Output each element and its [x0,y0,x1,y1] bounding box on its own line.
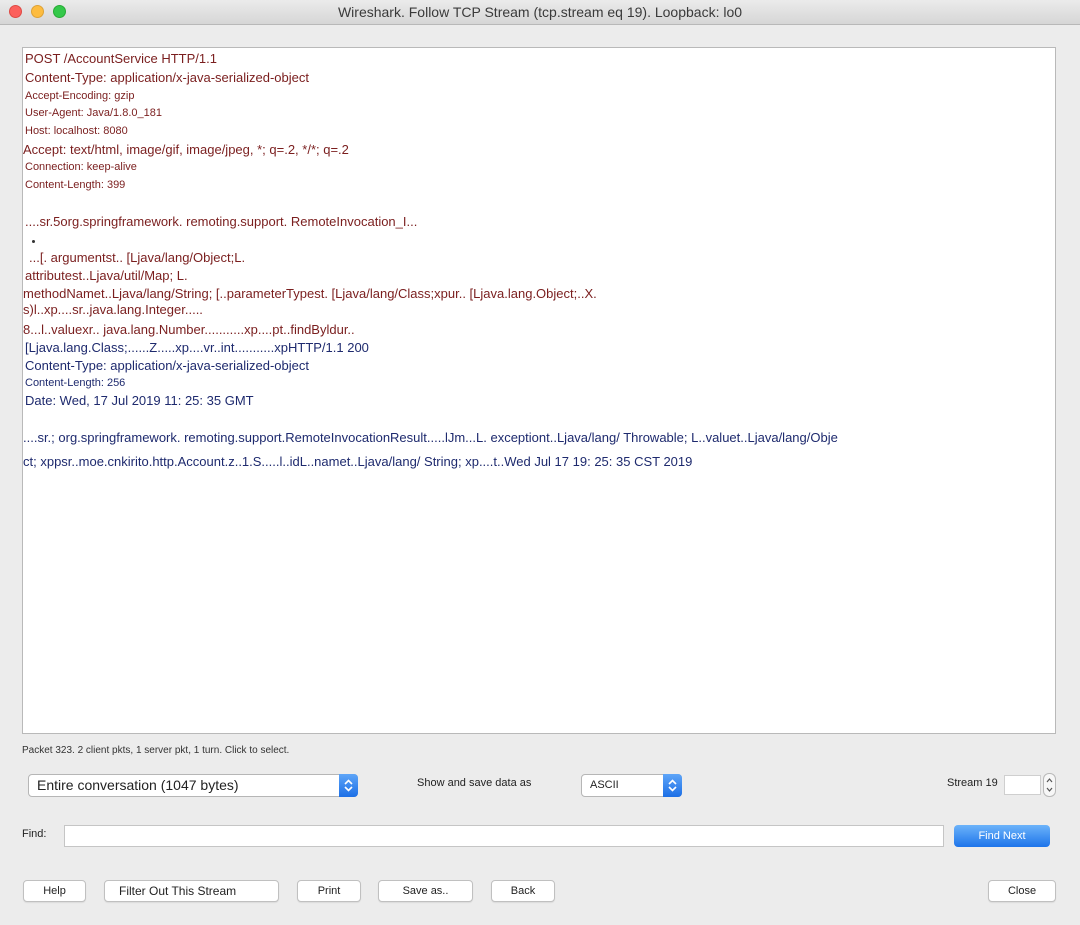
stream-line[interactable]: attributest..Ljava/util/Map; L. [25,268,188,283]
stream-dot [32,240,35,243]
stream-line[interactable]: Accept: text/html, image/gif, image/jpeg… [23,142,349,157]
save-as-button[interactable]: Save as.. [378,880,473,902]
stream-line[interactable]: [Ljava.lang.Class;......Z.....xp....vr..… [25,340,369,355]
stream-line[interactable]: ...[. argumentst.. [Ljava/lang/Object;L. [29,250,245,265]
chevron-updown-icon[interactable] [663,774,682,797]
stream-line[interactable]: Content-Length: 399 [25,179,125,191]
stream-line[interactable]: ct; xppsr..moe.cnkirito.http.Account.z..… [23,454,692,469]
packet-status-text[interactable]: Packet 323. 2 client pkts, 1 server pkt,… [22,745,289,756]
stream-line[interactable]: methodNamet..Ljava/lang/String; [..param… [23,286,597,301]
find-label: Find: [22,828,47,840]
stream-content-pane[interactable]: POST /AccountService HTTP/1.1 Content-Ty… [22,47,1056,734]
find-input[interactable] [64,825,944,847]
stream-line[interactable]: Connection: keep-alive [25,161,137,173]
close-button[interactable]: Close [988,880,1056,902]
stream-line[interactable]: s)l..xp....sr..java.lang.Integer..... [23,302,203,317]
print-button[interactable]: Print [297,880,361,902]
stream-line[interactable]: ....sr.; org.springframework. remoting.s… [23,430,838,445]
stream-line[interactable]: User-Agent: Java/1.8.0_181 [25,107,162,119]
stream-line[interactable]: Date: Wed, 17 Jul 2019 11: 25: 35 GMT [25,393,254,408]
stream-number-field[interactable] [1004,775,1041,795]
stream-stepper[interactable] [1043,773,1056,797]
show-save-label: Show and save data as [417,777,532,789]
format-select-value: ASCII [590,779,619,791]
help-button[interactable]: Help [23,880,86,902]
stream-line[interactable]: POST /AccountService HTTP/1.1 [25,51,217,66]
stream-line[interactable]: Content-Length: 256 [25,377,125,389]
window-title: Wireshark. Follow TCP Stream (tcp.stream… [337,4,743,20]
stream-line[interactable]: Content-Type: application/x-java-seriali… [25,70,309,85]
filter-out-stream-button[interactable]: Filter Out This Stream [104,880,279,902]
stream-line[interactable]: Accept-Encoding: gzip [25,90,134,102]
format-select[interactable]: ASCII [581,774,682,797]
stream-line[interactable]: 8...l..valuexr.. java.lang.Number.......… [23,322,355,337]
stream-line[interactable]: ....sr.5org.springframework. remoting.su… [25,214,417,229]
back-button[interactable]: Back [491,880,555,902]
conversation-select-value: Entire conversation (1047 bytes) [37,777,239,793]
stream-line[interactable]: Content-Type: application/x-java-seriali… [25,358,309,373]
chevron-updown-icon[interactable] [339,774,358,797]
stream-line[interactable]: Host: localhost: 8080 [25,125,128,137]
title-bar: Wireshark. Follow TCP Stream (tcp.stream… [0,0,1080,25]
conversation-select[interactable]: Entire conversation (1047 bytes) [28,774,358,797]
stream-number-label: Stream 19 [947,777,998,789]
find-next-button[interactable]: Find Next [954,825,1050,847]
